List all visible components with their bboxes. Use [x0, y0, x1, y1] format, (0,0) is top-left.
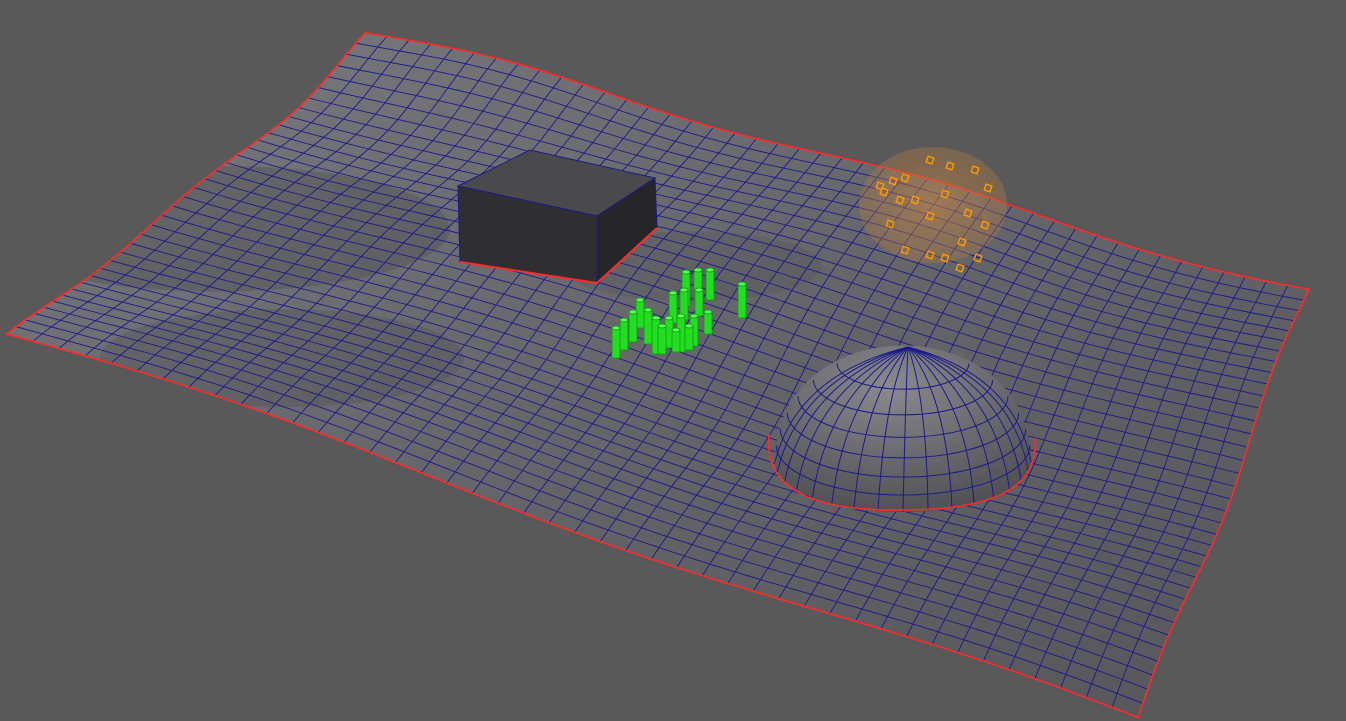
3d-viewport[interactable] — [0, 0, 1346, 721]
cylinder-instance[interactable] — [684, 323, 694, 351]
cylinder-instance[interactable] — [671, 327, 681, 353]
cylinder-instance[interactable] — [737, 281, 747, 319]
cylinder-instance[interactable] — [657, 323, 667, 355]
selection-sphere — [859, 147, 1007, 263]
cylinder-instance[interactable] — [619, 317, 629, 351]
cylinder-instance[interactable] — [705, 267, 715, 301]
scene-canvas[interactable] — [0, 0, 1346, 721]
cylinder-instance[interactable] — [628, 309, 638, 343]
cylinder-instance[interactable] — [611, 325, 621, 359]
cylinder-instance[interactable] — [643, 307, 653, 345]
terrain-mesh[interactable] — [0, 31, 1311, 719]
cylinder-instance[interactable] — [694, 287, 704, 317]
cylinder-instance[interactable] — [703, 309, 713, 335]
